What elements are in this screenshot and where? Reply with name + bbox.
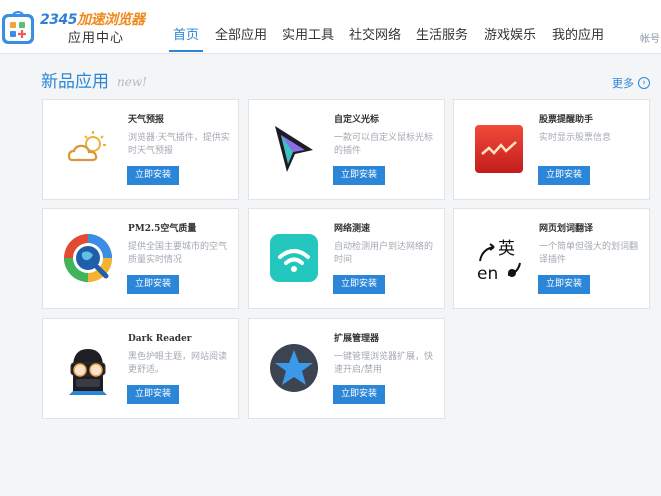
weather-icon: [67, 131, 106, 162]
app-center-logo-icon: [2, 11, 34, 44]
app-card-translate: 英 en 网页划词翻译 一个简单但强大的划词翻译插件 立即安装: [453, 208, 650, 309]
app-name: PM2.5空气质量: [128, 224, 197, 234]
install-button[interactable]: 立即安装: [127, 275, 179, 294]
dark-reader-icon: [69, 349, 107, 395]
install-button[interactable]: 立即安装: [333, 385, 385, 404]
tab-all-apps[interactable]: 全部应用: [215, 28, 267, 44]
app-center-title: 应用中心: [68, 31, 125, 46]
tab-life-services[interactable]: 生活服务: [416, 28, 468, 44]
app-description: 提供全国主要城市的空气质量实时情况: [128, 242, 228, 265]
app-name: 自定义光标: [334, 115, 380, 125]
install-button[interactable]: 立即安装: [538, 275, 590, 294]
cursor-icon: [275, 126, 313, 172]
app-name: 天气预报: [128, 115, 165, 125]
app-card-speedtest: 网络测速 自动检测用户到达网络的时间 立即安装: [248, 208, 445, 309]
svg-text:英: 英: [498, 239, 515, 259]
app-description: 一键管理浏览器扩展，快速开启/禁用: [334, 352, 434, 375]
top-bar: 2345加速浏览器 应用中心 首页 全部应用 实用工具 社交网络 生活服务 游戏…: [0, 0, 661, 54]
brand-number: 2345: [40, 12, 77, 28]
stock-chart-icon: [475, 125, 523, 173]
app-description: 自动检测用户到达网络的时间: [334, 242, 434, 265]
app-name: 网络测速: [334, 224, 371, 234]
install-button[interactable]: 立即安装: [333, 166, 385, 185]
install-button[interactable]: 立即安装: [538, 166, 590, 185]
app-description: 浏览器·天气插件，提供实时天气预报: [128, 133, 230, 156]
app-card-pm25: PM2.5空气质量 提供全国主要城市的空气质量实时情况 立即安装: [42, 208, 239, 309]
translate-icon: 英 en: [477, 239, 521, 284]
install-button[interactable]: 立即安装: [127, 385, 179, 404]
tab-utilities[interactable]: 实用工具: [282, 28, 334, 44]
tab-home[interactable]: 首页: [173, 28, 199, 44]
app-card-extension-manager: 扩展管理器 一键管理浏览器扩展，快速开启/禁用 立即安装: [248, 318, 445, 419]
brand-name: 2345加速浏览器: [40, 12, 145, 28]
svg-text:en: en: [477, 264, 498, 284]
chevron-right-icon[interactable]: ›: [638, 77, 650, 89]
tab-games[interactable]: 游戏娱乐: [484, 28, 536, 44]
app-card-stock: 股票提醒助手 实时显示股票信息 立即安装: [453, 99, 650, 200]
app-name: 股票提醒助手: [539, 115, 594, 125]
install-button[interactable]: 立即安装: [127, 166, 179, 185]
star-icon: [270, 344, 318, 392]
new-badge: new!: [117, 75, 147, 89]
air-quality-icon: [64, 234, 112, 282]
app-description: 黑色护眼主题，网站阅读更舒适。: [128, 352, 228, 375]
tab-social[interactable]: 社交网络: [349, 28, 401, 44]
wifi-icon: [270, 234, 318, 282]
app-name: 网页划词翻译: [539, 224, 594, 234]
install-button[interactable]: 立即安装: [333, 275, 385, 294]
tab-my-apps[interactable]: 我的应用: [552, 28, 604, 44]
app-card-cursor: 自定义光标 一款可以自定义鼠标光标的插件 立即安装: [248, 99, 445, 200]
app-name: 扩展管理器: [334, 334, 380, 344]
app-card-weather: 天气预报 浏览器·天气插件，提供实时天气预报 立即安装: [42, 99, 239, 200]
app-description: 一款可以自定义鼠标光标的插件: [334, 133, 434, 156]
app-name: Dark Reader: [128, 334, 192, 344]
more-link[interactable]: 更多: [612, 77, 634, 91]
app-description: 实时显示股票信息: [539, 133, 612, 143]
account-link[interactable]: 帐号: [640, 30, 660, 45]
active-tab-indicator: [169, 50, 203, 52]
app-description: 一个简单但强大的划词翻译插件: [539, 242, 639, 265]
app-card-dark-reader: Dark Reader 黑色护眼主题，网站阅读更舒适。 立即安装: [42, 318, 239, 419]
brand-text: 加速浏览器: [76, 12, 145, 28]
section-title: 新品应用: [41, 72, 109, 92]
